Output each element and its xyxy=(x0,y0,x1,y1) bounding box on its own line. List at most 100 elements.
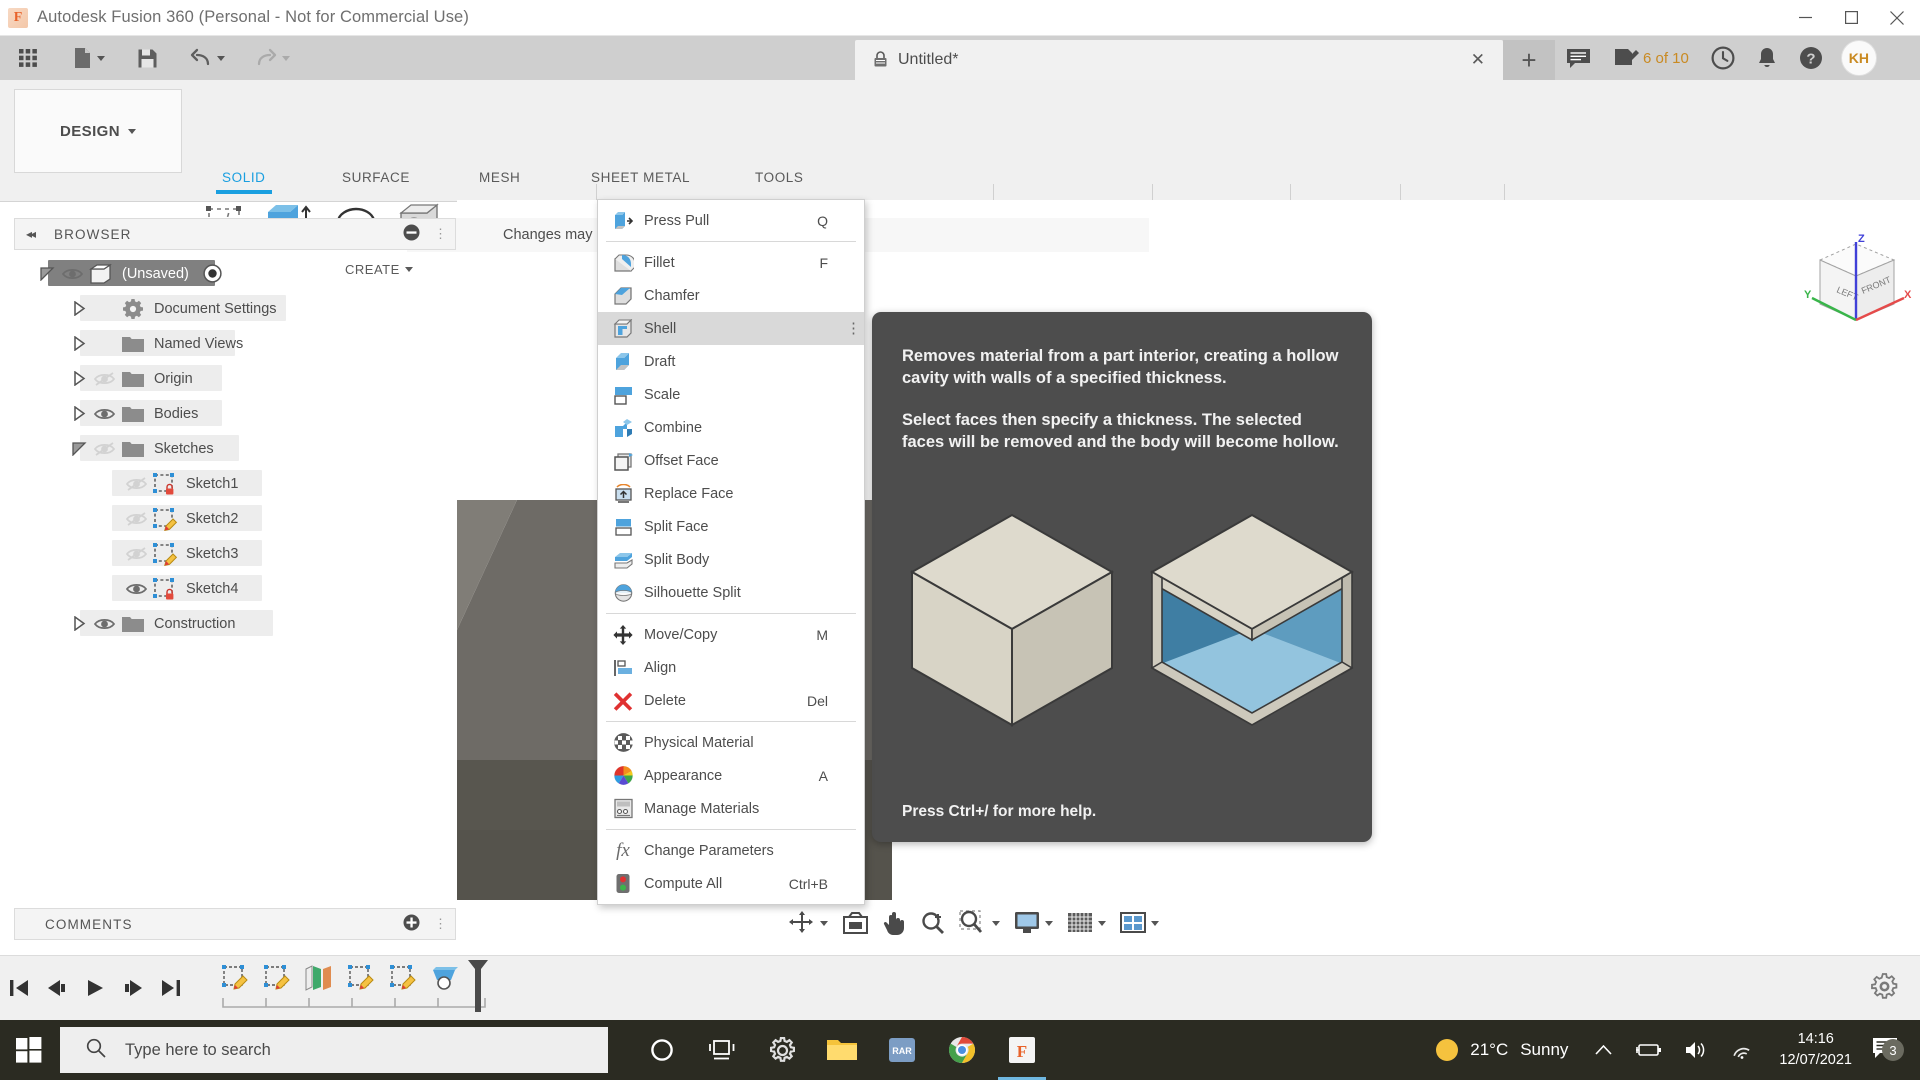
modify-dropdown-menu[interactable]: Press PullQFilletFChamferShell⋮DraftScal… xyxy=(597,199,865,905)
avatar[interactable]: KH xyxy=(1842,41,1876,75)
menu-item-physical-material[interactable]: Physical Material xyxy=(598,726,864,759)
tab-surface[interactable]: SURFACE xyxy=(342,170,410,185)
chevron-down-icon[interactable] xyxy=(97,56,105,61)
timeline-marker[interactable] xyxy=(464,958,492,1017)
tree-item-sketch4[interactable]: Sketch4 xyxy=(14,571,456,606)
timeline-settings-gear-icon[interactable] xyxy=(1871,973,1898,1003)
document-tab-close-icon[interactable]: ✕ xyxy=(1471,50,1485,70)
maximize-icon[interactable] xyxy=(1828,0,1874,36)
eye-visible-icon[interactable] xyxy=(58,265,86,283)
tree-item-bodies[interactable]: Bodies xyxy=(14,396,456,431)
winrar-icon[interactable]: RAR xyxy=(872,1020,932,1080)
eye-visible-icon[interactable] xyxy=(122,580,150,598)
task-view-icon[interactable] xyxy=(692,1020,752,1080)
menu-item-replace-face[interactable]: Replace Face xyxy=(598,477,864,510)
settings-icon[interactable] xyxy=(752,1020,812,1080)
expand-arrow-right-icon[interactable] xyxy=(68,336,90,351)
step-forward-icon[interactable] xyxy=(114,956,152,1021)
menu-item-split-face[interactable]: Split Face xyxy=(598,510,864,543)
chevron-down-icon[interactable] xyxy=(217,56,225,61)
timeline-feature-sketch4[interactable] xyxy=(382,960,424,992)
timeline-feature-construction-plane[interactable] xyxy=(298,960,340,992)
tree-item-sketch1[interactable]: Sketch1 xyxy=(14,466,456,501)
tree-item-document-settings[interactable]: Document Settings xyxy=(14,291,456,326)
close-icon[interactable] xyxy=(1874,0,1920,36)
timeline-feature-extrude[interactable] xyxy=(424,960,466,994)
eye-visible-icon[interactable] xyxy=(90,615,118,633)
expand-arrow-down-icon[interactable] xyxy=(68,442,90,456)
panel-resize-grip[interactable]: ⋮ xyxy=(434,916,447,932)
clock[interactable]: 14:16 12/07/2021 xyxy=(1765,1029,1866,1071)
zoom-window-icon[interactable] xyxy=(952,910,1007,936)
minimize-icon[interactable] xyxy=(1782,0,1828,36)
notification-center-icon[interactable]: 3 xyxy=(1866,1037,1910,1063)
zoom-icon[interactable] xyxy=(914,911,952,935)
search-input[interactable]: Type here to search xyxy=(60,1027,608,1073)
help-icon[interactable]: ? xyxy=(1788,36,1834,80)
activate-component-radio[interactable] xyxy=(203,264,222,283)
chevron-down-icon[interactable] xyxy=(1098,921,1106,926)
tab-sheet-metal[interactable]: SHEET METAL xyxy=(591,170,690,185)
chevron-down-icon[interactable] xyxy=(1151,921,1159,926)
skip-start-icon[interactable] xyxy=(0,956,38,1021)
menu-item-delete[interactable]: DeleteDel xyxy=(598,684,864,717)
menu-item-manage-materials[interactable]: Manage Materials xyxy=(598,792,864,825)
view-cube[interactable]: LEFT FRONT Z Y X xyxy=(1798,228,1918,343)
weather-widget[interactable]: 21°C Sunny xyxy=(1434,1037,1568,1063)
double-left-arrow-icon[interactable]: ◂◂ xyxy=(26,227,34,241)
chevron-down-icon[interactable] xyxy=(1045,921,1053,926)
tree-item-named-views[interactable]: Named Views xyxy=(14,326,456,361)
menu-item-split-body[interactable]: Split Body xyxy=(598,543,864,576)
cortana-icon[interactable] xyxy=(632,1020,692,1080)
expand-arrow-down-icon[interactable] xyxy=(36,267,58,281)
orbit-icon[interactable] xyxy=(782,910,835,936)
jobs-status-button[interactable]: 6 of 10 xyxy=(1602,36,1700,80)
viewports-icon[interactable] xyxy=(1113,911,1166,935)
menu-item-press-pull[interactable]: Press PullQ xyxy=(598,204,864,237)
volume-icon[interactable] xyxy=(1673,1040,1719,1060)
eye-hidden-icon[interactable] xyxy=(122,545,150,563)
timeline-feature-sketch3[interactable] xyxy=(340,960,382,992)
tab-mesh[interactable]: MESH xyxy=(479,170,520,185)
tree-item-sketch3[interactable]: Sketch3 xyxy=(14,536,456,571)
look-at-icon[interactable] xyxy=(835,911,876,935)
eye-hidden-icon[interactable] xyxy=(122,475,150,493)
fusion360-icon[interactable]: F xyxy=(992,1020,1052,1080)
battery-icon[interactable] xyxy=(1623,1041,1673,1059)
eye-hidden-icon[interactable] xyxy=(90,440,118,458)
comments-panel-header[interactable]: COMMENTS ⋮ xyxy=(14,908,456,940)
chevron-up-icon[interactable] xyxy=(1584,1044,1623,1056)
eye-visible-icon[interactable] xyxy=(90,405,118,423)
tree-item-construction[interactable]: Construction xyxy=(14,606,456,641)
chevron-down-icon[interactable] xyxy=(282,56,290,61)
pan-icon[interactable] xyxy=(876,910,914,936)
menu-item-overflow-icon[interactable]: ⋮ xyxy=(846,327,854,331)
grid-apps-icon[interactable] xyxy=(8,36,48,80)
chevron-down-icon[interactable] xyxy=(992,921,1000,926)
skip-end-icon[interactable] xyxy=(152,956,190,1021)
timeline-feature-sketch1[interactable] xyxy=(214,960,256,992)
bell-icon[interactable] xyxy=(1746,36,1788,80)
workspace-selector[interactable]: DESIGN xyxy=(14,89,182,173)
menu-item-fillet[interactable]: FilletF xyxy=(598,246,864,279)
play-icon[interactable] xyxy=(76,956,114,1021)
minus-circle-icon[interactable] xyxy=(403,224,420,244)
expand-arrow-right-icon[interactable] xyxy=(68,301,90,316)
tree-item-sketch2[interactable]: Sketch2 xyxy=(14,501,456,536)
menu-item-draft[interactable]: Draft xyxy=(598,345,864,378)
file-explorer-icon[interactable] xyxy=(812,1020,872,1080)
chevron-down-icon[interactable] xyxy=(820,921,828,926)
menu-item-chamfer[interactable]: Chamfer xyxy=(598,279,864,312)
timeline-feature-sketch2[interactable] xyxy=(256,960,298,992)
comment-icon[interactable] xyxy=(1555,36,1602,80)
wifi-icon[interactable] xyxy=(1719,1040,1765,1060)
eye-hidden-icon[interactable] xyxy=(90,370,118,388)
tab-tools[interactable]: TOOLS xyxy=(755,170,804,185)
tree-item-unsaved[interactable]: (Unsaved) xyxy=(14,256,456,291)
eye-hidden-icon[interactable] xyxy=(122,510,150,528)
tab-solid[interactable]: SOLID xyxy=(222,170,266,185)
clock-icon[interactable] xyxy=(1700,36,1746,80)
windows-icon[interactable] xyxy=(0,1020,58,1080)
menu-item-appearance[interactable]: AppearanceA xyxy=(598,759,864,792)
expand-arrow-right-icon[interactable] xyxy=(68,616,90,631)
